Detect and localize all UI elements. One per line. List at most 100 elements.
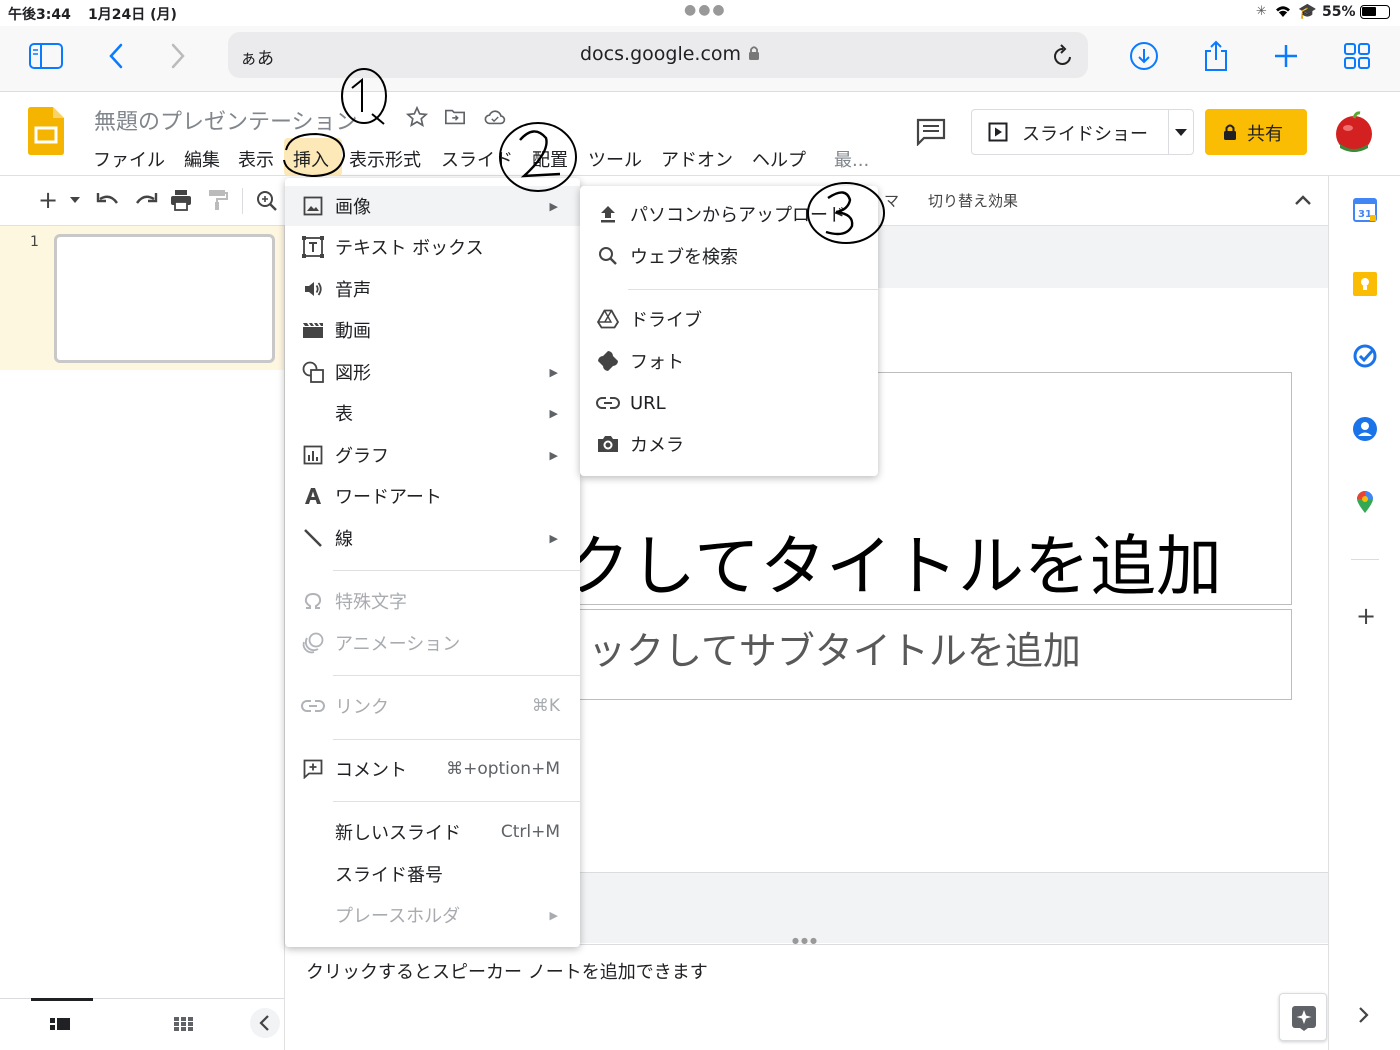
omega-icon [301, 589, 325, 613]
wifi-icon [1274, 3, 1292, 19]
insert-menu-link: リンク ⌘K [285, 686, 580, 726]
undo-icon[interactable] [96, 190, 120, 210]
menu-last-edit[interactable]: 最... [834, 146, 869, 172]
calendar-icon[interactable]: 31 [1353, 198, 1377, 222]
menu-tools[interactable]: ツール [588, 146, 642, 172]
share-button[interactable]: 共有 [1205, 109, 1307, 155]
transition-button[interactable]: 切り替え効果 [928, 190, 1018, 211]
theme-button[interactable]: マ [884, 190, 899, 211]
paint-format-icon[interactable] [208, 189, 228, 211]
insert-menu-slide-number[interactable]: スライド番号 [285, 854, 580, 894]
slide-thumbnail[interactable] [54, 234, 275, 363]
collapse-filmstrip-button[interactable] [250, 1008, 280, 1038]
share-icon[interactable] [1196, 36, 1236, 76]
insert-menu-shape[interactable]: 図形 ▶ [285, 352, 580, 392]
contacts-icon[interactable] [1353, 417, 1377, 441]
speaker-notes[interactable]: クリックするとスピーカー ノートを追加できます [306, 958, 708, 984]
link-icon [596, 391, 620, 415]
image-submenu-drive[interactable]: ドライブ [580, 299, 878, 339]
insert-menu-comment[interactable]: コメント ⌘+option+M [285, 749, 580, 789]
insert-menu-textbox[interactable]: テキスト ボックス [285, 227, 580, 267]
audio-icon [301, 277, 325, 301]
reload-icon[interactable] [1052, 43, 1074, 67]
line-icon [301, 526, 325, 550]
subtitle-placeholder-box[interactable]: ックしてサブタイトルを追加 [575, 609, 1292, 700]
insert-menu-table[interactable]: 表 ▶ [285, 393, 580, 433]
text-size-button[interactable]: ぁあ [240, 44, 274, 69]
submenu-arrow-icon: ▶ [549, 908, 558, 922]
menu-insert[interactable]: 挿入 [293, 146, 329, 172]
chart-icon [301, 443, 325, 467]
expand-panel-icon[interactable] [1357, 1006, 1369, 1024]
filmstrip-view-icon[interactable] [50, 1016, 70, 1032]
submenu-arrow-icon: ▶ [549, 531, 558, 545]
menu-format[interactable]: 表示形式 [349, 146, 421, 172]
tasks-icon[interactable] [1353, 344, 1377, 368]
activity-icon: ✳ [1256, 4, 1267, 19]
submenu-arrow-icon: ▶ [549, 199, 558, 213]
slides-logo-icon[interactable] [26, 106, 66, 156]
star-icon[interactable] [406, 106, 428, 128]
cloud-saved-icon[interactable] [484, 106, 506, 128]
sidebar-toggle-icon[interactable] [26, 36, 66, 76]
graduation-cap-icon: 🎓 [1298, 2, 1317, 20]
menu-addons[interactable]: アドオン [661, 146, 733, 172]
grid-view-icon[interactable] [174, 1016, 194, 1032]
keep-icon[interactable] [1353, 272, 1377, 296]
insert-menu-image[interactable]: 画像 ▶ [285, 186, 580, 226]
upload-icon [596, 202, 620, 226]
menu-edit[interactable]: 編集 [184, 146, 220, 172]
tabs-overview-icon[interactable] [1337, 36, 1377, 76]
downloads-icon[interactable] [1124, 36, 1164, 76]
image-submenu-camera[interactable]: カメラ [580, 424, 878, 464]
redo-icon[interactable] [134, 190, 158, 210]
subtitle-placeholder-text: ックしてサブタイトルを追加 [588, 629, 1081, 673]
insert-menu: 画像 ▶ テキスト ボックス 音声 動画 図形 ▶ 表 ▶ グラフ ▶ ワードア… [285, 178, 580, 947]
add-comment-icon [301, 757, 325, 781]
slideshow-dropdown-icon[interactable] [1175, 129, 1187, 136]
back-button[interactable] [96, 36, 136, 76]
forward-button[interactable] [158, 36, 198, 76]
image-submenu-photos[interactable]: フォト [580, 341, 878, 381]
insert-menu-audio[interactable]: 音声 [285, 269, 580, 309]
menu-arrange[interactable]: 配置 [532, 146, 568, 172]
maps-icon[interactable] [1355, 490, 1375, 514]
slideshow-button[interactable]: スライドショー [1022, 120, 1148, 146]
document-title[interactable]: 無題のプレゼンテーション [94, 104, 358, 136]
menu-view[interactable]: 表示 [238, 146, 274, 172]
insert-menu-video[interactable]: 動画 [285, 310, 580, 350]
address-bar[interactable]: ぁあ docs.google.com [228, 32, 1088, 78]
zoom-icon[interactable] [256, 190, 278, 212]
status-bar: 午後3:44 1月24日 (月) ●●● ✳ 🎓 55% [0, 0, 1400, 26]
slideshow-play-icon [988, 122, 1008, 142]
insert-menu-wordart[interactable]: ワードアート [285, 476, 580, 516]
move-folder-icon[interactable] [444, 106, 466, 128]
collapse-toolbar-icon[interactable] [1294, 194, 1312, 206]
insert-menu-new-slide[interactable]: 新しいスライド Ctrl+M [285, 812, 580, 852]
explore-button[interactable] [1279, 993, 1327, 1041]
svg-text:31: 31 [1358, 209, 1372, 220]
comments-icon[interactable] [916, 118, 946, 146]
multitasking-dots-icon[interactable]: ●●● [684, 2, 727, 18]
new-slide-plus-icon[interactable]: + [38, 186, 58, 214]
drive-icon [596, 307, 620, 331]
insert-menu-chart[interactable]: グラフ ▶ [285, 435, 580, 475]
search-icon [596, 244, 620, 268]
insert-menu-line[interactable]: 線 ▶ [285, 518, 580, 558]
battery-icon [1360, 5, 1390, 19]
avatar[interactable] [1332, 110, 1376, 154]
submenu-arrow-icon: ▶ [549, 365, 558, 379]
image-submenu-search-web[interactable]: ウェブを検索 [580, 236, 878, 276]
menu-file[interactable]: ファイル [93, 146, 165, 172]
menu-slide[interactable]: スライド [441, 146, 513, 172]
image-submenu-url[interactable]: URL [580, 383, 878, 423]
image-submenu-upload[interactable]: パソコンからアップロード [580, 194, 878, 234]
new-slide-dropdown-icon[interactable] [70, 197, 80, 203]
print-icon[interactable] [170, 189, 192, 211]
submenu-arrow-icon: ▶ [549, 406, 558, 420]
new-tab-icon[interactable] [1266, 36, 1306, 76]
submenu-arrow-icon: ▶ [549, 448, 558, 462]
menu-help[interactable]: ヘルプ [752, 146, 806, 172]
wordart-icon [301, 484, 325, 508]
add-addon-icon[interactable]: + [1356, 602, 1376, 630]
